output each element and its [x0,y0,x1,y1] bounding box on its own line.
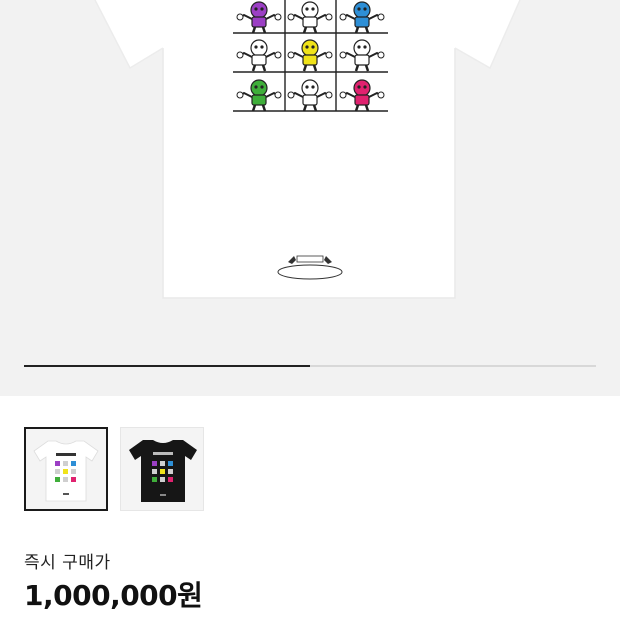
thumbnail-white-shirt[interactable] [24,427,108,511]
thumbnail-figure-dot [55,477,60,482]
thumbnail-figure-dot [160,461,165,466]
tshirt-image [94,0,521,299]
thumbnail-figure-dot [63,469,68,474]
thumbnail-figure-dot [55,461,60,466]
thumbnail-figure-dot [71,477,76,482]
thumbnail-figure-dot [63,461,68,466]
gallery-progress-bar [24,365,596,367]
gallery-progress-fill [24,365,310,367]
thumbnail-figure-dot [63,477,68,482]
thumbnail-figure-dot [71,461,76,466]
thumbnail-list [24,427,204,511]
thumbnail-figure-dot [152,461,157,466]
thumbnail-figure-dot [160,477,165,482]
black-shirt-thumbnail-image [129,440,197,502]
price-label: 즉시 구매가 [24,553,111,573]
price-value: 1,000,000원 [24,579,203,612]
thumbnail-figure-dot [168,477,173,482]
thumbnail-figure-dot [168,461,173,466]
thumbnail-figure-dot [55,469,60,474]
thumbnail-figure-dot [160,469,165,474]
white-shirt-thumbnail-image [33,440,99,502]
thumbnail-black-shirt[interactable] [120,427,204,511]
thumbnail-figure-dot [152,469,157,474]
thumbnail-figure-dot [168,469,173,474]
thumbnail-figure-dot [152,477,157,482]
product-image-area[interactable] [0,0,620,396]
thumbnail-figure-dot [71,469,76,474]
